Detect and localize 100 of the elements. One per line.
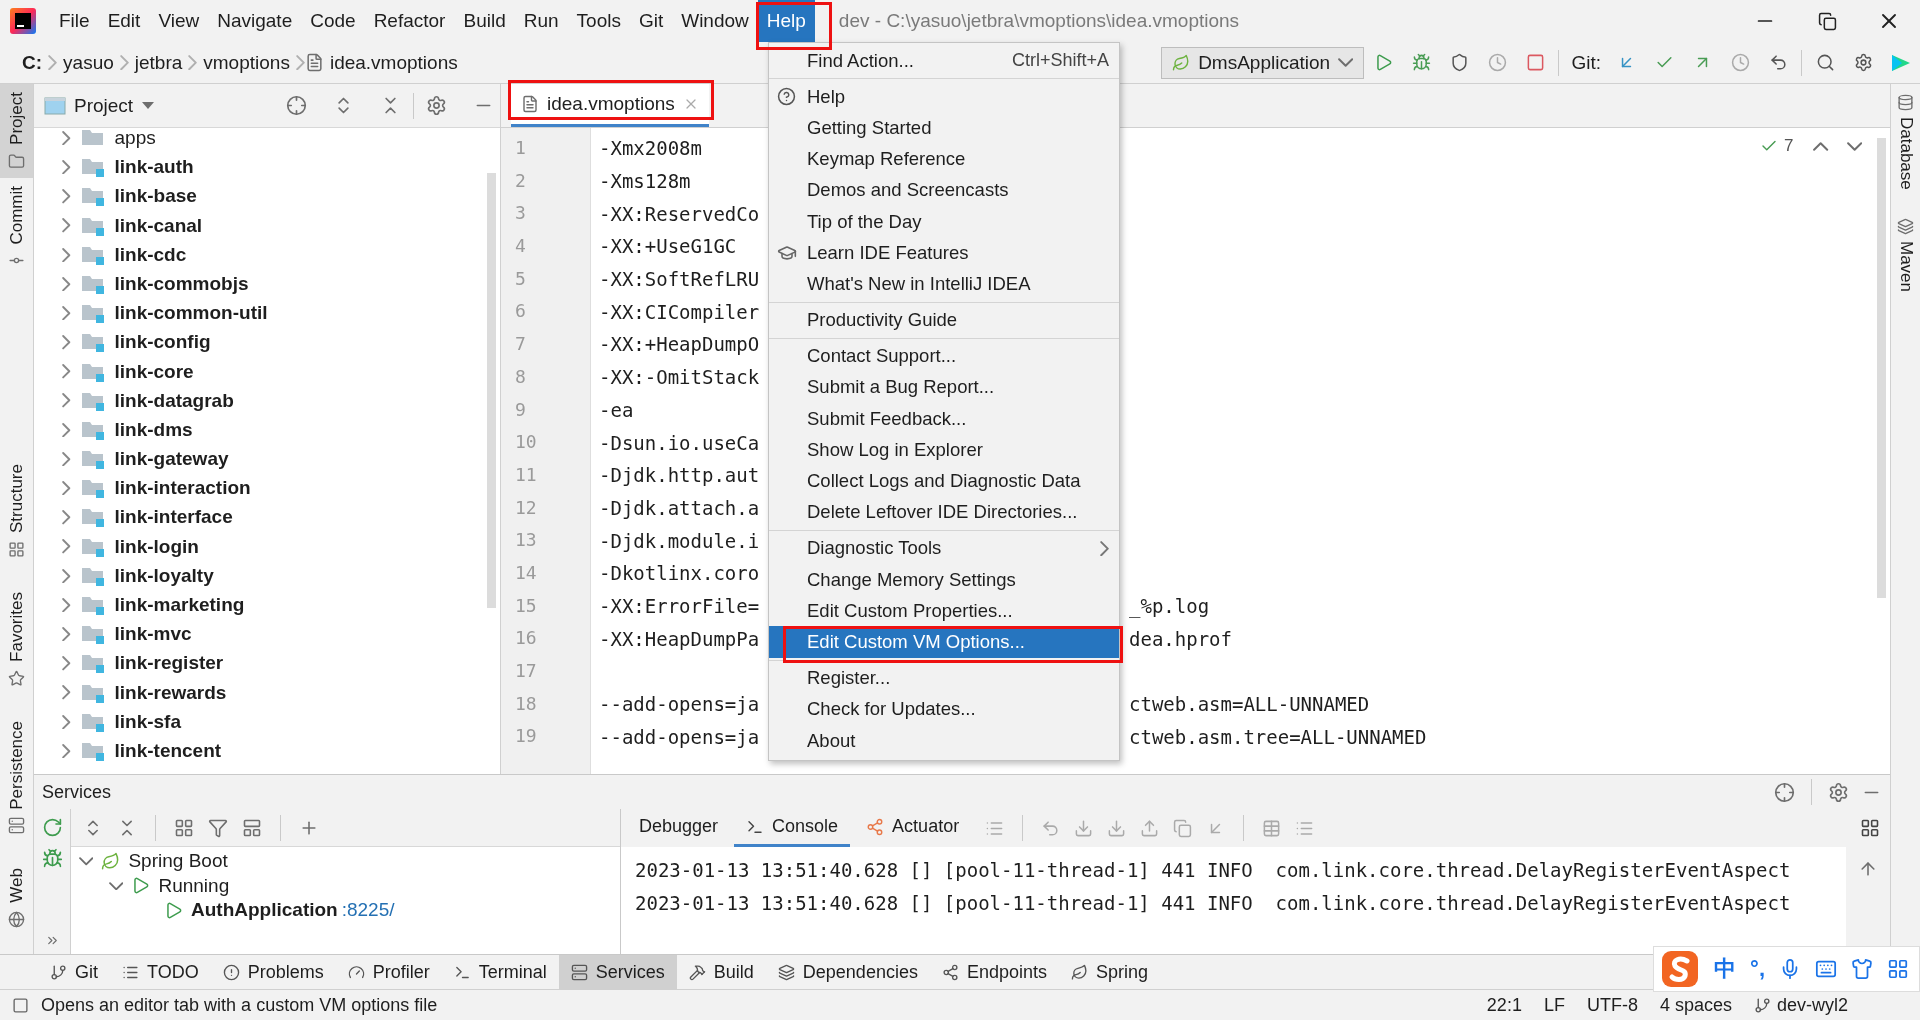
- settings-icon[interactable]: [1828, 781, 1849, 803]
- chevron-right-icon[interactable]: [62, 393, 71, 408]
- locate-icon[interactable]: [286, 95, 307, 116]
- chevron-right-icon[interactable]: [62, 510, 71, 525]
- star-icon[interactable]: [8, 669, 25, 687]
- menu-item[interactable]: About: [769, 724, 1119, 757]
- table-icon[interactable]: [1262, 818, 1282, 838]
- menu-item[interactable]: Run: [514, 0, 568, 42]
- breadcrumb[interactable]: C:: [22, 51, 43, 74]
- keyboard-icon[interactable]: [1815, 958, 1837, 980]
- console-tab[interactable]: Actuator: [854, 809, 972, 847]
- menu-item[interactable]: Tip of the Day: [769, 205, 1119, 238]
- project-tree-item[interactable]: link-interaction: [34, 476, 500, 501]
- project-tree-item[interactable]: link-tencent: [34, 738, 500, 763]
- locate-icon[interactable]: [1774, 781, 1795, 803]
- tool-window-tab[interactable]: Endpoints: [929, 955, 1059, 989]
- project-tree-item[interactable]: link-gateway: [34, 447, 500, 472]
- tool-window-tab[interactable]: Build: [676, 955, 766, 989]
- chevron-right-icon[interactable]: [62, 218, 71, 233]
- menu-item[interactable]: Getting Started: [769, 112, 1119, 144]
- tool-window-button[interactable]: Favorites: [0, 583, 33, 695]
- chevron-right-icon[interactable]: [62, 626, 71, 642]
- filter-icon[interactable]: [208, 817, 228, 838]
- chevron-right-icon[interactable]: [62, 335, 71, 350]
- breadcrumb[interactable]: yasuo: [63, 51, 114, 74]
- refresh-icon[interactable]: [41, 817, 63, 838]
- scrollbar[interactable]: [487, 173, 496, 608]
- inspection-count[interactable]: 7: [1783, 136, 1794, 156]
- breadcrumb[interactable]: jetbra: [134, 51, 183, 74]
- tool-window-tab[interactable]: Dependencies: [765, 955, 930, 989]
- service-tree-item[interactable]: Spring Boot: [71, 849, 620, 874]
- chevron-right-icon[interactable]: [62, 305, 71, 321]
- project-tree-item[interactable]: link-mvc: [34, 622, 500, 647]
- menu-item[interactable]: Git: [629, 0, 673, 42]
- restore-icon[interactable]: [1817, 11, 1837, 31]
- project-tree-item[interactable]: link-datagrab: [34, 388, 500, 413]
- project-tree-item[interactable]: apps: [34, 128, 500, 150]
- input-method-logo-icon[interactable]: [1660, 949, 1701, 989]
- run-configuration-dropdown[interactable]: DmsApplication: [1161, 46, 1365, 79]
- menu-item[interactable]: Tools: [567, 0, 630, 42]
- menu-item[interactable]: Window: [672, 0, 758, 42]
- chevron-right-icon[interactable]: [62, 364, 71, 379]
- menu-item[interactable]: Help: [769, 81, 1119, 113]
- chevron-right-icon[interactable]: [62, 685, 71, 700]
- breadcrumb[interactable]: vmoptions: [203, 51, 290, 74]
- chevron-right-icon[interactable]: [62, 597, 71, 613]
- chevron-right-icon[interactable]: [62, 539, 71, 554]
- project-tree-item[interactable]: link-common-util: [34, 301, 500, 326]
- menu-item[interactable]: Contact Support...: [769, 340, 1119, 372]
- menu-item[interactable]: Submit a Bug Report...: [769, 371, 1119, 404]
- line-separator[interactable]: LF: [1543, 994, 1565, 1016]
- project-tree-item[interactable]: link-auth: [34, 155, 500, 180]
- bug-icon[interactable]: [41, 848, 63, 869]
- tool-window-tab[interactable]: Services: [558, 955, 677, 989]
- chevron-right-icon[interactable]: [62, 422, 71, 438]
- menu-item[interactable]: Find Action... Ctrl+Shift+A: [769, 45, 1119, 77]
- chevron-right-icon[interactable]: [62, 743, 71, 759]
- tool-window-tab[interactable]: TODO: [110, 955, 211, 989]
- scrollbar[interactable]: [1877, 138, 1886, 598]
- menu-item[interactable]: Edit: [98, 0, 150, 42]
- project-tree-item[interactable]: link-register: [34, 651, 500, 676]
- indent-setting[interactable]: 4 spaces: [1659, 994, 1732, 1016]
- grid-icon[interactable]: [1887, 958, 1909, 980]
- menu-item[interactable]: Keymap Reference: [769, 143, 1119, 175]
- file-encoding[interactable]: UTF-8: [1586, 994, 1638, 1016]
- chevron-up-icon[interactable]: [1813, 141, 1829, 151]
- tool-window-button[interactable]: Structure: [0, 455, 33, 566]
- chevron-right-icon[interactable]: [62, 130, 71, 146]
- project-tree-item[interactable]: link-config: [34, 330, 500, 355]
- tool-window-button[interactable]: Commit: [0, 177, 33, 278]
- input-language[interactable]: 中: [1714, 954, 1737, 984]
- menu-item[interactable]: Refactor: [364, 0, 455, 42]
- tool-window-tab[interactable]: Git: [38, 955, 110, 989]
- menu-item[interactable]: Submit Feedback...: [769, 403, 1119, 435]
- menu-item[interactable]: Delete Leftover IDE Directories...: [769, 496, 1119, 528]
- settings-icon[interactable]: [426, 95, 447, 116]
- chevron-right-icon[interactable]: [62, 451, 71, 467]
- menu-item[interactable]: What's New in IntelliJ IDEA: [769, 268, 1119, 300]
- chevron-right-icon[interactable]: [62, 481, 71, 496]
- project-tree-item[interactable]: link-marketing: [34, 593, 500, 617]
- chevron-right-icon[interactable]: [62, 568, 71, 584]
- git-branch[interactable]: dev-wyl2: [1753, 994, 1848, 1016]
- project-tree-item[interactable]: link-loyalty: [34, 563, 500, 588]
- chevron-right-icon[interactable]: [62, 276, 71, 292]
- menu-item[interactable]: Demos and Screencasts: [769, 174, 1119, 206]
- caret-position[interactable]: 22:1: [1486, 994, 1522, 1016]
- punctuation-mode[interactable]: °,: [1750, 956, 1765, 982]
- menu-item[interactable]: File: [50, 0, 99, 42]
- menu-item[interactable]: Check for Updates...: [769, 693, 1119, 725]
- breadcrumb[interactable]: idea.vmoptions: [329, 51, 458, 74]
- project-tree-item[interactable]: link-core: [34, 359, 500, 384]
- chevron-right-icon[interactable]: [62, 189, 71, 204]
- tool-window-button[interactable]: Database: [1895, 90, 1916, 194]
- project-tree-item[interactable]: link-interface: [34, 505, 500, 530]
- group-icon[interactable]: [174, 817, 194, 838]
- menu-item[interactable]: Diagnostic Tools: [769, 532, 1119, 564]
- menu-item[interactable]: Collect Logs and Diagnostic Data: [769, 465, 1119, 497]
- tool-window-button[interactable]: Maven: [1895, 213, 1916, 296]
- panel-title[interactable]: Project: [74, 94, 134, 117]
- menu-item[interactable]: Build: [454, 0, 515, 42]
